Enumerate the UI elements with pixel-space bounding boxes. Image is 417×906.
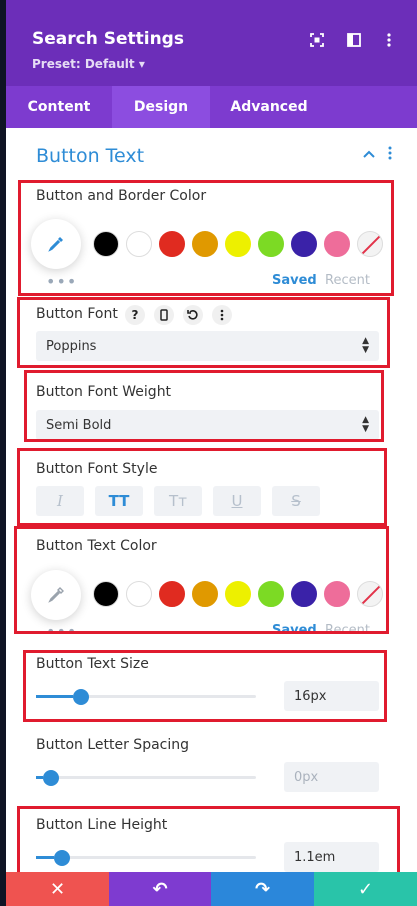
letter-spacing-slider[interactable] (36, 770, 256, 786)
slider-fill (36, 776, 43, 779)
tab-advanced[interactable]: Advanced (210, 86, 328, 128)
section-title[interactable]: Button Text (36, 145, 144, 167)
chevron-up-icon[interactable] (363, 146, 375, 162)
highlight-box (18, 180, 394, 296)
tab-design[interactable]: Design (112, 86, 210, 128)
save-button[interactable]: ✓ (314, 872, 417, 906)
letter-spacing-input[interactable]: 0px (284, 762, 379, 792)
expand-icon[interactable] (308, 31, 326, 49)
undo-button[interactable]: ↶ (109, 872, 211, 906)
section-more-icon[interactable] (388, 146, 392, 164)
highlight-box (17, 297, 390, 368)
highlight-box (24, 370, 384, 442)
settings-panel: Search Settings Preset: Default ▾ Conten… (6, 0, 417, 906)
bottom-action-bar: ✕ ↶ ↷ ✓ (6, 872, 417, 906)
letter-spacing-label: Button Letter Spacing (36, 737, 190, 753)
tab-content[interactable]: Content (6, 86, 112, 128)
tab-bar: Content Design Advanced (6, 86, 417, 128)
redo-button[interactable]: ↷ (211, 872, 314, 906)
cancel-button[interactable]: ✕ (6, 872, 109, 906)
highlight-box (23, 650, 387, 722)
panel-title: Search Settings (32, 29, 184, 49)
slider-handle[interactable] (42, 770, 59, 786)
panel-header: Search Settings Preset: Default ▾ (6, 0, 417, 86)
more-vertical-icon[interactable] (380, 31, 398, 49)
highlight-box (14, 526, 389, 634)
highlight-box (17, 448, 387, 526)
preset-dropdown[interactable]: Preset: Default ▾ (32, 57, 145, 71)
split-view-icon[interactable] (345, 31, 363, 49)
